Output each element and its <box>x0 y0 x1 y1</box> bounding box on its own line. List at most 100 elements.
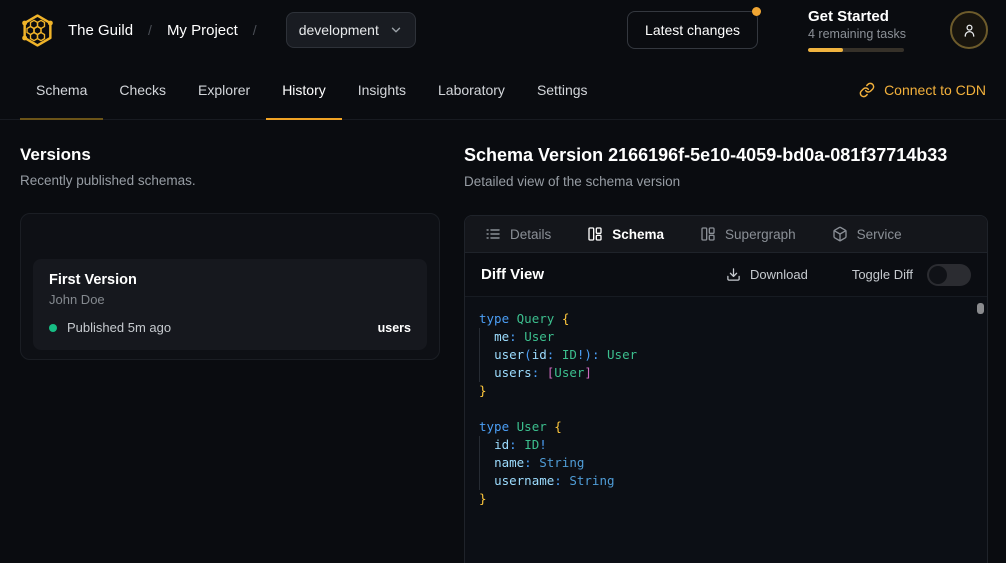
nav-tab-label: Explorer <box>198 82 250 98</box>
version-detail: Schema Version 2166196f-5e10-4059-bd0a-0… <box>460 120 1006 563</box>
version-service-badge: users <box>378 321 411 335</box>
cube-icon <box>832 226 848 242</box>
breadcrumb-separator: / <box>253 22 257 38</box>
tab-underline <box>182 118 266 120</box>
breadcrumb-project[interactable]: My Project <box>167 22 238 39</box>
get-started-subtitle: 4 remaining tasks <box>808 27 904 41</box>
nav-tab-schema[interactable]: Schema <box>20 60 103 119</box>
code-line: type Query { <box>479 310 963 328</box>
code-line <box>479 400 963 418</box>
version-detail-title: Schema Version 2166196f-5e10-4059-bd0a-0… <box>464 145 988 166</box>
code-line: id: ID! <box>479 436 963 454</box>
notification-dot <box>752 7 761 16</box>
detail-tab-schema[interactable]: Schema <box>587 226 664 242</box>
hive-logo-icon[interactable] <box>18 11 56 49</box>
tab-underline <box>422 118 521 120</box>
get-started-progressbar <box>808 48 904 52</box>
version-meta-row: Published 5m ago users <box>49 320 411 335</box>
nav-tab-label: Laboratory <box>438 82 505 98</box>
latest-changes-label: Latest changes <box>645 22 740 38</box>
get-started-widget[interactable]: Get Started 4 remaining tasks <box>808 8 904 52</box>
detail-tab-supergraph[interactable]: Supergraph <box>700 226 796 242</box>
nav-tab-label: History <box>282 82 326 98</box>
code-line: username: String <box>479 472 963 490</box>
code-line: user(id: ID!): User <box>479 346 963 364</box>
code-line: type User { <box>479 418 963 436</box>
detail-tab-label: Service <box>857 227 902 242</box>
breadcrumb: The Guild / My Project / <box>68 22 272 39</box>
nav-tab-label: Settings <box>537 82 588 98</box>
nav-tab-checks[interactable]: Checks <box>103 60 182 119</box>
version-author: John Doe <box>49 292 411 307</box>
code-line: } <box>479 490 963 508</box>
versions-sidebar: Versions Recently published schemas. Fir… <box>0 120 460 563</box>
code-line: } <box>479 382 963 400</box>
diff-view-title: Diff View <box>481 266 544 283</box>
nav-tab-insights[interactable]: Insights <box>342 60 422 119</box>
download-icon <box>726 267 741 282</box>
vertical-scrollbar-thumb[interactable] <box>977 303 984 314</box>
toggle-diff-label: Toggle Diff <box>852 267 913 282</box>
versions-card: First Version John Doe Published 5m ago … <box>20 213 440 360</box>
schema-code-viewer[interactable]: type Query { me: User user(id: ID!): Use… <box>465 296 987 563</box>
get-started-title: Get Started <box>808 8 904 25</box>
tab-underline <box>342 118 422 120</box>
version-detail-panel: Details Schema <box>464 215 988 563</box>
version-detail-subtitle: Detailed view of the schema version <box>464 174 988 189</box>
detail-tab-details[interactable]: Details <box>485 226 551 242</box>
chevron-down-icon <box>389 23 403 37</box>
code-line: name: String <box>479 454 963 472</box>
detail-tab-label: Schema <box>612 227 664 242</box>
download-label: Download <box>750 267 808 282</box>
target-select-value: development <box>299 22 379 38</box>
main-content: Versions Recently published schemas. Fir… <box>0 120 1006 563</box>
nav-tab-history[interactable]: History <box>266 60 342 119</box>
version-list-item[interactable]: First Version John Doe Published 5m ago … <box>33 259 427 350</box>
primary-nav: Schema Checks Explorer History Insights … <box>0 60 1006 120</box>
app-root: The Guild / My Project / development Lat… <box>0 0 1006 563</box>
columns-icon <box>700 226 716 242</box>
code-content: type Query { me: User user(id: ID!): Use… <box>479 310 963 508</box>
versions-subtitle: Recently published schemas. <box>20 173 440 188</box>
tab-underline <box>103 118 182 120</box>
link-icon <box>859 82 875 98</box>
latest-changes-button[interactable]: Latest changes <box>627 11 758 49</box>
diff-actions: Download Toggle Diff <box>726 264 971 286</box>
published-status-dot <box>49 324 57 332</box>
breadcrumb-org[interactable]: The Guild <box>68 22 133 39</box>
columns-icon <box>587 226 603 242</box>
detail-tabs: Details Schema <box>465 216 987 253</box>
detail-tab-service[interactable]: Service <box>832 226 902 242</box>
nav-tab-laboratory[interactable]: Laboratory <box>422 60 521 119</box>
nav-tab-label: Checks <box>119 82 166 98</box>
connect-to-cdn-label: Connect to CDN <box>884 82 986 98</box>
nav-tab-explorer[interactable]: Explorer <box>182 60 266 119</box>
list-icon <box>485 226 501 242</box>
toggle-diff-switch[interactable] <box>927 264 971 286</box>
tab-underline <box>20 118 103 120</box>
nav-tab-settings[interactable]: Settings <box>521 60 604 119</box>
tab-underline <box>521 118 604 120</box>
detail-tab-label: Details <box>510 227 551 242</box>
download-button[interactable]: Download <box>726 267 808 282</box>
detail-tab-label: Supergraph <box>725 227 796 242</box>
breadcrumb-separator: / <box>148 22 152 38</box>
code-line: me: User <box>479 328 963 346</box>
versions-title: Versions <box>20 145 440 165</box>
version-status: Published 5m ago <box>67 320 171 335</box>
diff-toolbar: Diff View Download Toggle Diff <box>465 253 987 296</box>
progress-fill <box>808 48 843 52</box>
user-avatar[interactable] <box>950 11 988 49</box>
top-header: The Guild / My Project / development Lat… <box>0 0 1006 60</box>
switch-knob <box>929 266 947 284</box>
connect-to-cdn-link[interactable]: Connect to CDN <box>859 60 986 119</box>
nav-tab-label: Schema <box>36 82 87 98</box>
indent-guide <box>479 328 480 382</box>
nav-tab-label: Insights <box>358 82 406 98</box>
target-select[interactable]: development <box>286 12 416 48</box>
version-title: First Version <box>49 272 411 288</box>
person-icon <box>961 22 978 39</box>
tab-underline <box>266 118 342 120</box>
indent-guide <box>479 436 480 490</box>
code-line: users: [User] <box>479 364 963 382</box>
